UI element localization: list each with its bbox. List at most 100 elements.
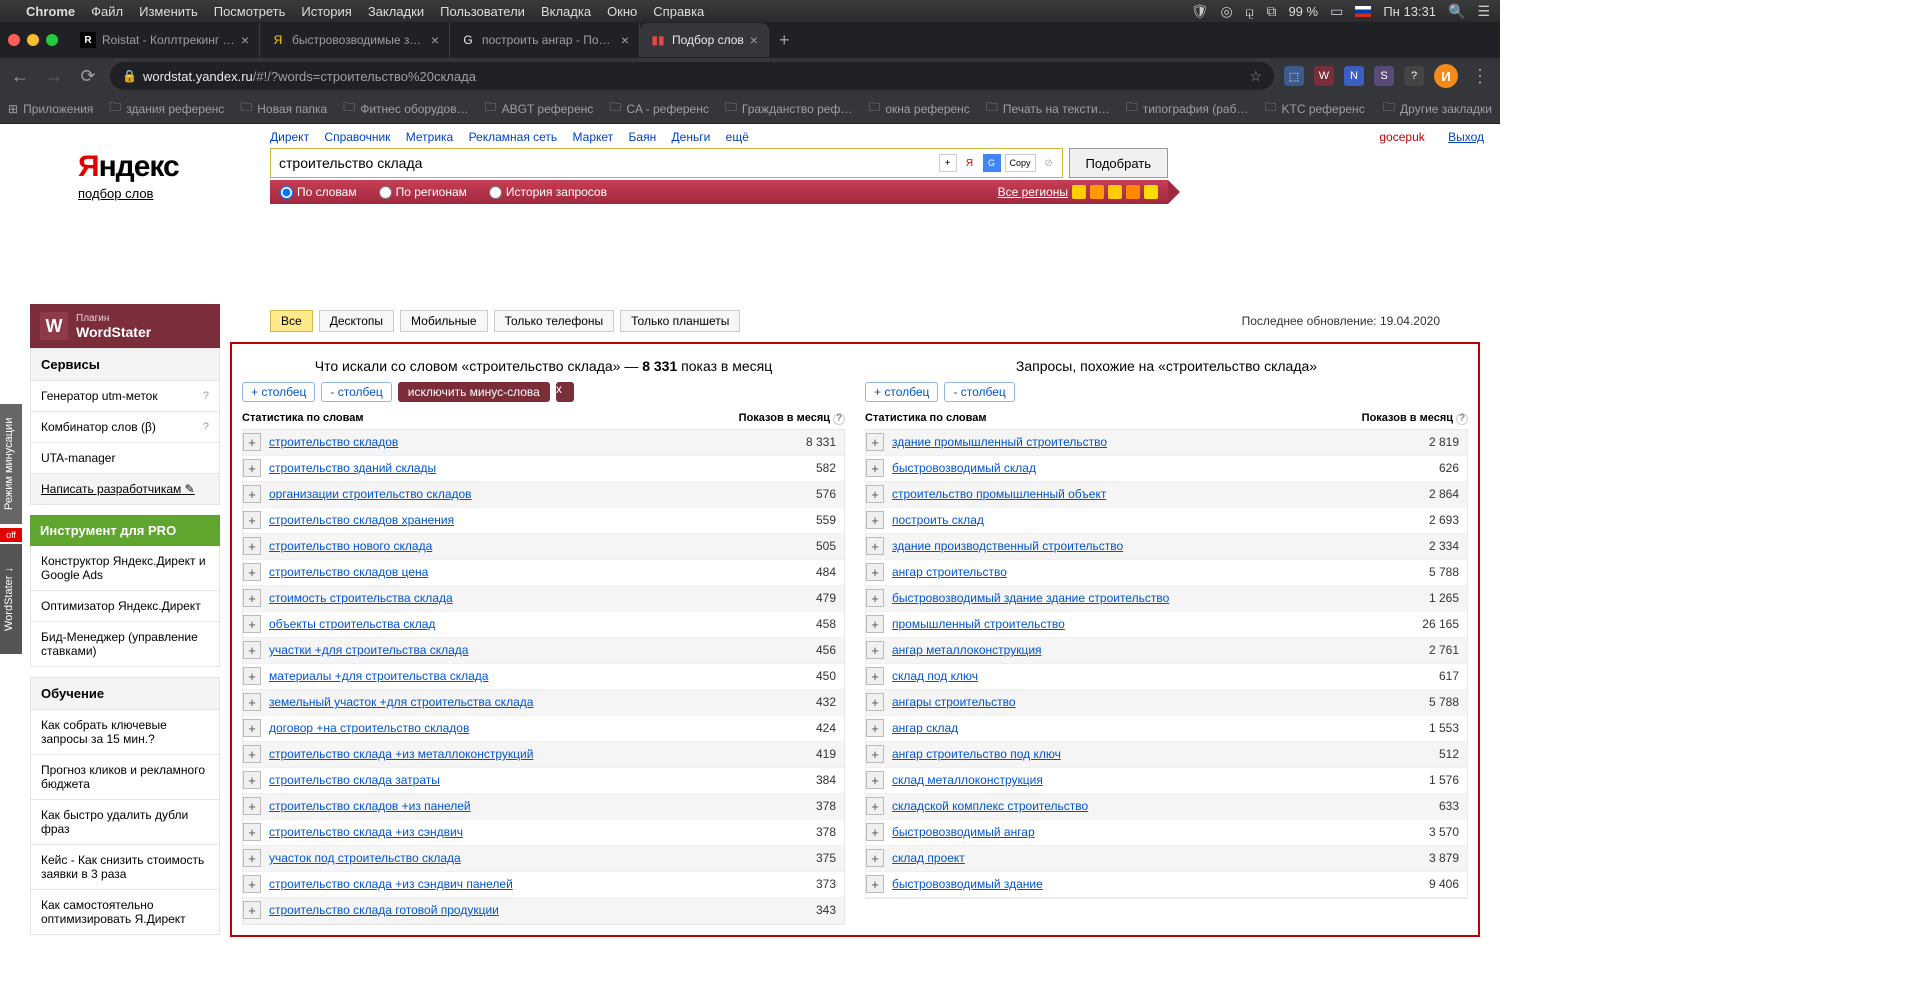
keyword-link[interactable]: строительство нового склада: [269, 539, 816, 553]
clear-icon[interactable]: ⊘: [1040, 154, 1058, 172]
region-icon[interactable]: [1108, 185, 1122, 199]
keyword-link[interactable]: построить склад: [892, 513, 1429, 527]
ext-icon[interactable]: S: [1374, 66, 1394, 86]
add-keyword-button[interactable]: +: [866, 745, 884, 763]
filter-mobile[interactable]: Мобильные: [400, 310, 488, 332]
yandex-icon[interactable]: Я: [961, 154, 979, 172]
keyword-link[interactable]: склад проект: [892, 851, 1429, 865]
keyword-link[interactable]: строительство склада +из металлоконструк…: [269, 747, 816, 761]
add-keyword-button[interactable]: +: [243, 537, 261, 555]
keyword-link[interactable]: строительство складов: [269, 435, 806, 449]
minimize-window-icon[interactable]: [27, 34, 39, 46]
keyword-link[interactable]: ангар строительство под ключ: [892, 747, 1439, 761]
vtab-wordstater[interactable]: WordStater ↓: [0, 544, 22, 654]
add-keyword-button[interactable]: +: [243, 667, 261, 685]
keyword-link[interactable]: промышленный строительство: [892, 617, 1422, 631]
submit-button[interactable]: Подобрать: [1069, 148, 1168, 178]
star-icon[interactable]: ☆: [1249, 68, 1262, 85]
keyword-link[interactable]: объекты строительства склад: [269, 617, 816, 631]
filter-all[interactable]: Все: [270, 310, 313, 332]
keyword-link[interactable]: строительство складов цена: [269, 565, 816, 579]
bookmark-item[interactable]: 🗀Новая папка: [240, 98, 327, 119]
add-keyword-button[interactable]: +: [243, 433, 261, 451]
logo-subtitle[interactable]: подбор слов: [78, 186, 153, 201]
keyword-link[interactable]: договор +на строительство складов: [269, 721, 816, 735]
add-keyword-button[interactable]: +: [866, 563, 884, 581]
remove-column-button[interactable]: - столбец: [944, 382, 1014, 402]
add-keyword-button[interactable]: +: [243, 615, 261, 633]
add-column-button[interactable]: + столбец: [865, 382, 938, 402]
add-keyword-button[interactable]: +: [243, 875, 261, 893]
shield-icon[interactable]: 🛡: [1191, 3, 1209, 20]
keyword-link[interactable]: быстровозводимый ангар: [892, 825, 1429, 839]
keyword-link[interactable]: строительство промышленный объект: [892, 487, 1429, 501]
add-keyword-button[interactable]: +: [243, 589, 261, 607]
add-keyword-button[interactable]: +: [866, 485, 884, 503]
radio-history[interactable]: [489, 186, 502, 199]
mode-regions[interactable]: По регионам: [379, 185, 467, 199]
close-minus-button[interactable]: x: [556, 382, 574, 402]
add-keyword-button[interactable]: +: [866, 459, 884, 477]
add-keyword-button[interactable]: +: [866, 693, 884, 711]
ws-svc-utm[interactable]: Генератор utm-меток?: [30, 381, 220, 412]
link-more[interactable]: ещё: [726, 130, 749, 144]
search-input[interactable]: [271, 149, 939, 177]
ws-svc-combinator[interactable]: Комбинатор слов (β)?: [30, 412, 220, 443]
ext-icon[interactable]: ?: [1404, 66, 1424, 86]
add-keyword-button[interactable]: +: [866, 849, 884, 867]
filter-phones[interactable]: Только телефоны: [494, 310, 615, 332]
profile-avatar[interactable]: И: [1434, 64, 1458, 88]
copy-button[interactable]: Copy: [1005, 154, 1036, 172]
flag-ru-icon[interactable]: [1355, 6, 1371, 17]
mode-words[interactable]: По словам: [280, 185, 357, 199]
other-bookmarks[interactable]: 🗀Другие закладки: [1383, 98, 1492, 119]
chrome-menu-icon[interactable]: ⋮: [1468, 66, 1492, 87]
menu-window[interactable]: Окно: [607, 4, 637, 19]
add-keyword-button[interactable]: +: [866, 433, 884, 451]
radio-regions[interactable]: [379, 186, 392, 199]
tab-google[interactable]: G построить ангар - Поиск в G ×: [450, 23, 640, 57]
region-icon[interactable]: [1072, 185, 1086, 199]
help-icon[interactable]: ?: [203, 390, 209, 402]
menu-bookmarks[interactable]: Закладки: [368, 4, 424, 19]
bluetooth-icon[interactable]: ⚼: [1245, 3, 1255, 20]
menu-icon[interactable]: ☰: [1477, 3, 1490, 20]
keyword-link[interactable]: быстровозводимый здание: [892, 877, 1429, 891]
add-keyword-button[interactable]: +: [866, 797, 884, 815]
menu-edit[interactable]: Изменить: [139, 4, 198, 19]
new-tab-button[interactable]: +: [769, 30, 800, 51]
ext-icon[interactable]: ⬚: [1284, 66, 1304, 86]
mode-history[interactable]: История запросов: [489, 185, 607, 199]
keyword-link[interactable]: здание производственный строительство: [892, 539, 1429, 553]
keyword-link[interactable]: строительство склада +из сэндвич панелей: [269, 877, 816, 891]
menu-history[interactable]: История: [301, 4, 351, 19]
link-adnet[interactable]: Рекламная сеть: [469, 130, 558, 144]
add-keyword-button[interactable]: +: [866, 875, 884, 893]
add-keyword-button[interactable]: +: [243, 511, 261, 529]
keyword-link[interactable]: участок под строительство склада: [269, 851, 816, 865]
add-keyword-button[interactable]: +: [866, 823, 884, 841]
ws-svc-uta[interactable]: UTA-manager: [30, 443, 220, 474]
menu-file[interactable]: Файл: [91, 4, 123, 19]
yandex-logo[interactable]: Яндекс подбор слов: [78, 150, 179, 201]
ws-edu-item[interactable]: Как быстро удалить дубли фраз: [30, 800, 220, 845]
bookmark-item[interactable]: 🗀Фитнес оборудов…: [343, 98, 468, 119]
vtab-minus-mode[interactable]: off Режим минусации: [0, 404, 22, 524]
close-tab-icon[interactable]: ×: [431, 32, 439, 48]
battery-text[interactable]: 99 %: [1288, 4, 1318, 19]
wifi-icon[interactable]: ⧉: [1266, 3, 1276, 20]
ws-edu-item[interactable]: Как собрать ключевые запросы за 15 мин.?: [30, 710, 220, 755]
forward-button[interactable]: →: [42, 66, 66, 87]
menu-view[interactable]: Посмотреть: [214, 4, 286, 19]
keyword-link[interactable]: строительство склада затраты: [269, 773, 816, 787]
ext-wordstater-icon[interactable]: W: [1314, 66, 1334, 86]
bookmark-item[interactable]: 🗀ABGT референс: [485, 98, 594, 119]
menu-tab[interactable]: Вкладка: [541, 4, 591, 19]
add-keyword-button[interactable]: +: [243, 797, 261, 815]
address-bar[interactable]: 🔒 wordstat.yandex.ru/#!/?words=строитель…: [110, 62, 1274, 90]
link-metrika[interactable]: Метрика: [406, 130, 453, 144]
add-keyword-button[interactable]: +: [243, 901, 261, 919]
add-keyword-button[interactable]: +: [243, 849, 261, 867]
keyword-link[interactable]: строительство складов хранения: [269, 513, 816, 527]
keyword-link[interactable]: ангар склад: [892, 721, 1429, 735]
